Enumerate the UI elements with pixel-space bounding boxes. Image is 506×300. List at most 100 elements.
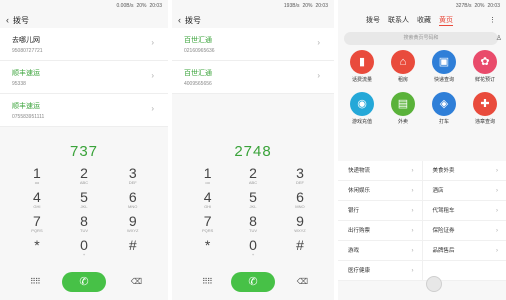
chevron-right-icon[interactable]: › [317,71,320,80]
service-item[interactable]: ✚ 违章查询 [467,92,503,125]
tab[interactable]: 联系人 [388,15,409,25]
key-digit: 8 [80,213,88,229]
contact-row[interactable]: 顺丰速运 075583951111 › [0,94,168,127]
keypad-key[interactable]: 9 WXYZ [113,214,153,233]
contact-row[interactable]: 百世汇通 4009565656 › [172,61,334,94]
contact-row[interactable]: 百世汇通 02160965636 › [172,28,334,61]
category-item[interactable]: 医疗健康 › [338,261,422,280]
keypad-key[interactable]: # [113,238,153,252]
contact-row[interactable]: 去哪儿网 95080727721 › [0,28,168,61]
chevron-right-icon: › [496,248,498,254]
phone-icon: ✆ [248,276,258,288]
call-button[interactable]: ✆ [231,272,275,292]
category-item[interactable]: 银行 › [338,201,422,220]
dialpad-grid-icon[interactable]: ⠿⠿ [202,277,213,286]
tab[interactable]: 收藏 [417,15,431,25]
keypad-key[interactable]: 0 + [233,238,273,257]
call-button[interactable]: ✆ [62,272,106,292]
back-icon[interactable]: ‹ [6,15,9,25]
contact-number: 95080727721 [12,48,43,54]
keypad-key[interactable]: 2 ABC [64,166,104,185]
status-bar: 0.00B/s 20% 20:03 [0,0,168,12]
phone-icon: ✆ [79,276,89,288]
category-item[interactable]: 休闲娱乐 › [338,181,422,200]
keypad-key[interactable]: 0 + [64,238,104,257]
contact-number: 4009565656 [184,81,212,87]
chevron-right-icon: › [411,208,414,214]
contact-row[interactable]: 顺丰速运 95338 › [0,61,168,94]
keypad-key[interactable]: 8 TUV [233,214,273,233]
service-item[interactable]: ▣ 快递查询 [426,50,462,83]
key-letters: GHI [204,204,212,209]
service-item[interactable]: ✿ 鲜花预订 [467,50,503,83]
search-input[interactable]: 搜索黄页号码和 ♙ [344,32,502,45]
service-item[interactable]: ▤ 外卖 [385,92,421,125]
chevron-right-icon: › [411,188,414,194]
service-item[interactable]: ⌂ 租房 [385,50,421,83]
tab[interactable]: 拨号 [366,15,380,25]
network-speed: 193B/s [283,3,300,9]
keypad-key[interactable]: 9 WXYZ [280,214,320,233]
category-item[interactable]: 快递物流 › [338,161,422,180]
keypad-key[interactable]: 5 JKL [64,190,104,209]
chevron-right-icon[interactable]: › [151,104,154,113]
category-label: 休闲娱乐 [348,188,371,194]
key-digit: * [204,237,211,253]
key-digit: 4 [203,189,212,205]
backspace-icon[interactable]: ⌫ [297,277,308,286]
keypad-key[interactable]: 6 MNO [113,190,153,209]
dialpad-grid-icon[interactable]: ⠿⠿ [30,277,41,286]
key-letters: DEF [295,180,304,185]
service-item[interactable]: ◉ 游戏充值 [344,92,380,125]
category-label: 代驾租车 [432,208,455,214]
keypad-key[interactable]: 1 oo [188,166,228,185]
service-item[interactable]: ▮ 话费流量 [344,50,380,83]
more-icon[interactable]: ⋮ [489,16,496,24]
key-digit: 5 [80,189,88,205]
keypad-key[interactable]: 7 PQRS [17,214,57,233]
keypad-key[interactable]: 6 MNO [280,190,320,209]
key-letters: JKL [249,204,257,209]
keypad-key[interactable]: 2 ABC [233,166,273,185]
keypad-key[interactable]: 5 JKL [233,190,273,209]
key-letters: + [251,252,255,257]
service-item[interactable]: ◈ 打车 [426,92,462,125]
category-item[interactable]: 代驾租车 › [421,201,506,220]
tab[interactable]: 黄页 [439,15,453,26]
battery-text: 20% [302,3,313,9]
keypad-key[interactable]: 7 PQRS [188,214,228,233]
key-letters: oo [205,180,210,185]
keypad-key[interactable]: 8 TUV [64,214,104,233]
key-digit: 6 [296,189,304,205]
category-item[interactable]: 出行购票 › [338,221,422,240]
keypad-key[interactable]: * [17,238,57,252]
back-icon[interactable]: ‹ [178,15,181,25]
contact-name: 去哪儿网 [12,37,40,44]
category-item[interactable]: 品牌售后 › [421,241,506,260]
category-item[interactable]: 游戏 › [338,241,422,260]
service-label: 打车 [438,119,449,125]
chevron-right-icon[interactable]: › [317,38,320,47]
backspace-icon[interactable]: ⌫ [131,277,142,286]
chevron-right-icon[interactable]: › [151,71,154,80]
keypad-key[interactable]: 1 oo [17,166,57,185]
category-item[interactable]: 保险证券 › [421,221,506,240]
contact-number: 95338 [12,81,26,87]
keypad-key[interactable]: # [280,238,320,252]
keypad-key[interactable]: 4 GHI [17,190,57,209]
key-digit: 2 [80,165,88,181]
chevron-right-icon: › [411,228,414,234]
chevron-right-icon: › [411,248,414,254]
category-item[interactable]: 美食外卖 › [421,161,506,180]
takeaway-icon: ▤ [391,92,415,116]
category-item[interactable]: 酒店 › [421,181,506,200]
key-digit: 8 [249,213,257,229]
contact-name: 顺丰速运 [12,103,40,110]
keypad-key[interactable]: 4 GHI [188,190,228,209]
chevron-right-icon[interactable]: › [151,38,154,47]
person-icon[interactable]: ♙ [496,32,502,45]
keypad-key[interactable]: * [188,238,228,252]
keypad-key[interactable]: 3 DEF [280,166,320,185]
search-placeholder: 搜索黄页号码和 [403,35,439,41]
keypad-key[interactable]: 3 DEF [113,166,153,185]
